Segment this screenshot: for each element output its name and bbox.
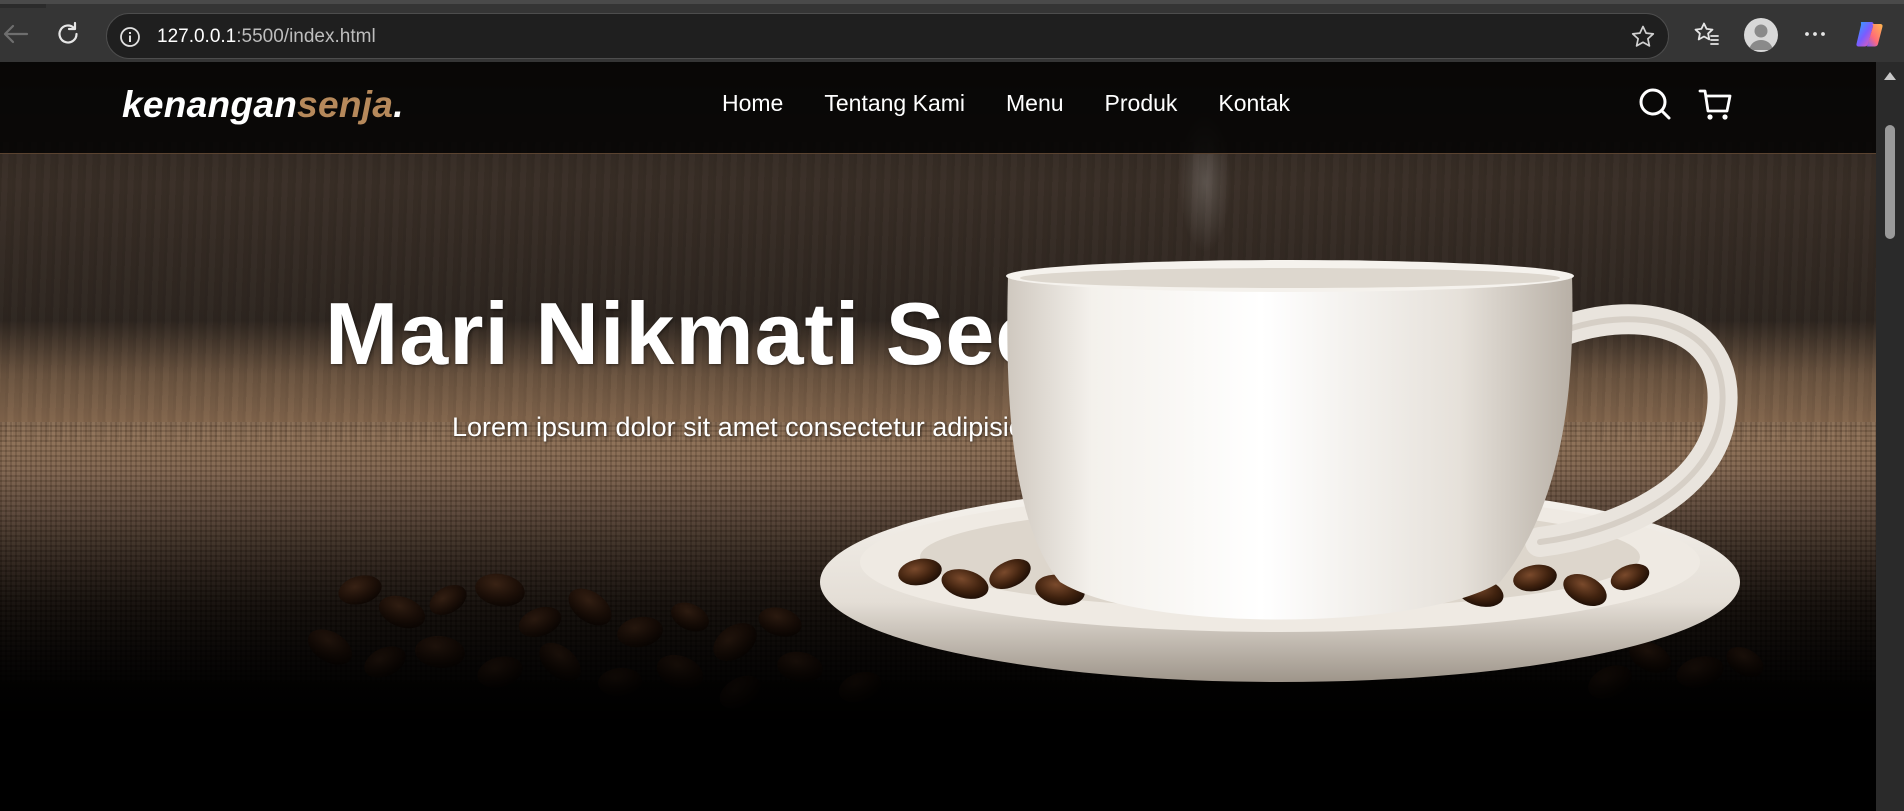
star-icon[interactable] [1630,24,1656,50]
reload-icon [58,21,78,44]
page-bottom-band [0,734,1876,811]
back-button[interactable] [0,18,32,50]
url-text[interactable]: 127.0.0.1:5500/index.html [157,26,376,48]
back-arrow-icon [3,24,29,44]
copilot-icon[interactable] [1854,18,1886,50]
nav-link-kontak[interactable]: Kontak [1218,88,1290,118]
more-options-icon [1805,32,1825,36]
coffee-cup-illustration [820,260,1740,682]
profile-avatar-icon[interactable] [1744,18,1778,52]
url-path: :5500/index.html [236,26,376,47]
web-page: Mari Nikmati Secangkir Kopi Lorem ipsum … [0,62,1876,811]
info-icon[interactable] [119,26,141,48]
more-options-button[interactable] [1799,18,1831,50]
nav-link-tentang-kami[interactable]: Tentang Kami [824,88,965,118]
logo-dot: . [393,84,404,125]
tab-strip-edge [0,4,46,8]
url-host: 127.0.0.1 [157,26,237,47]
logo-accent: senja [297,84,394,125]
scrollbar-thumb[interactable] [1885,125,1895,239]
search-icon[interactable] [1638,86,1672,122]
nav-links: Home Tentang Kami Menu Produk Kontak [722,88,1331,118]
favorites-icon [1694,22,1719,45]
nav-icons [1638,86,1732,122]
scroll-up-arrow-icon[interactable] [1884,72,1896,80]
nav-link-menu[interactable]: Menu [1006,88,1064,118]
logo-main: kenangan [122,84,298,125]
site-logo[interactable]: kenangansenja. [122,84,404,126]
page-scrollbar[interactable] [1876,62,1904,811]
shopping-cart-icon[interactable] [1698,86,1732,122]
favorites-button[interactable] [1690,18,1722,50]
browser-toolbar: 127.0.0.1:5500/index.html [0,0,1904,62]
address-bar[interactable]: 127.0.0.1:5500/index.html [106,13,1669,59]
profile-silhouette-icon [1749,24,1773,50]
site-navbar: kenangansenja. Home Tentang Kami Menu Pr… [0,62,1876,154]
reload-button[interactable] [52,18,84,50]
nav-link-produk[interactable]: Produk [1105,88,1178,118]
nav-link-home[interactable]: Home [722,88,783,118]
